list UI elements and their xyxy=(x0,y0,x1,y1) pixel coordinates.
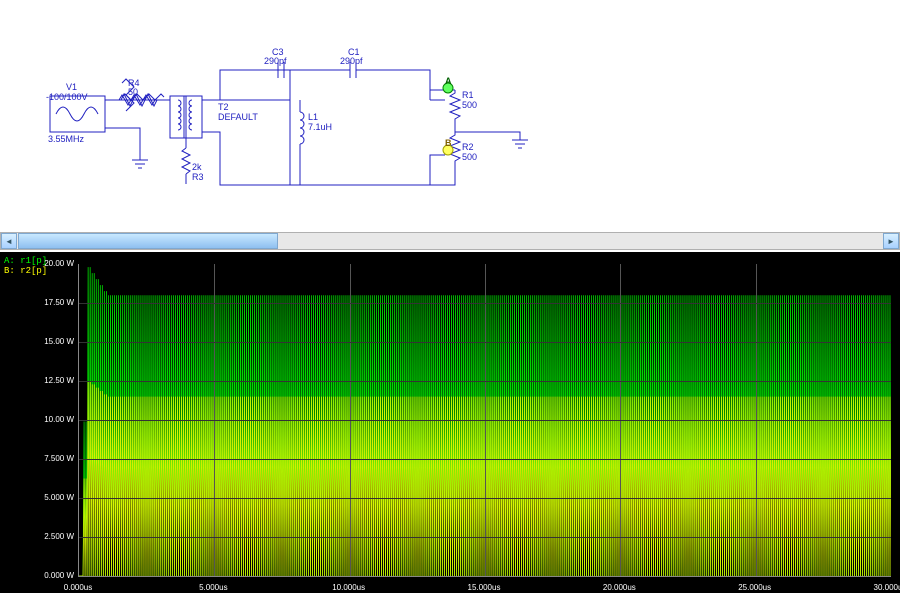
x-tick-label: 10.000us xyxy=(332,583,365,592)
probe-a-label: A xyxy=(445,76,452,86)
h-scrollbar[interactable]: ◄ ► xyxy=(0,232,900,250)
r3-val: 2k xyxy=(192,162,202,172)
x-tick-label: 20.000us xyxy=(603,583,636,592)
x-axis: 0.000us 5.000us 10.000us 15.000us 20.000us 25… xyxy=(0,581,900,593)
scroll-left-button[interactable]: ◄ xyxy=(1,233,17,249)
x-tick-label: 30.000us xyxy=(874,583,900,592)
r3-ref: R3 xyxy=(192,172,204,182)
y-tick-label: 15.00 W xyxy=(36,337,74,346)
y-tick-label: 12.50 W xyxy=(36,376,74,385)
r1-val: 500 xyxy=(462,100,477,110)
r1-ref: R1 xyxy=(462,90,474,100)
x-tick-label: 25.000us xyxy=(738,583,771,592)
l1-ref: L1 xyxy=(308,112,318,122)
plot-area[interactable] xyxy=(78,264,891,577)
y-tick-label: 10.00 W xyxy=(36,415,74,424)
x-tick-label: 0.000us xyxy=(64,583,92,592)
probe-b-label: B xyxy=(445,138,452,148)
c1-val: 290pf xyxy=(340,56,363,66)
scroll-right-button[interactable]: ► xyxy=(883,233,899,249)
y-tick-label: 20.00 W xyxy=(36,259,74,268)
l1-val: 7.1uH xyxy=(308,122,332,132)
y-axis: 20.00 W 17.50 W 15.00 W 12.50 W 10.00 W 7.500… xyxy=(36,252,76,593)
r4-val: 50 xyxy=(128,87,138,97)
y-tick-label: 5.000 W xyxy=(36,493,74,502)
v1-freq: 3.55MHz xyxy=(48,134,85,144)
scroll-thumb[interactable] xyxy=(18,233,278,249)
y-tick-label: 17.50 W xyxy=(36,298,74,307)
r2-ref: R2 xyxy=(462,142,474,152)
t2-ref: T2 xyxy=(218,102,229,112)
v1-ampl: -100/100V xyxy=(46,92,88,102)
y-tick-label: 2.500 W xyxy=(36,532,74,541)
v1-ref: V1 xyxy=(66,82,77,92)
x-tick-label: 5.000us xyxy=(199,583,227,592)
y-tick-label: 0.000 W xyxy=(36,571,74,580)
plot-pane: A: r1[p] B: r2[p] 20.00 W17.50 W15.00 W1… xyxy=(0,252,900,593)
x-tick-label: 15.000us xyxy=(468,583,501,592)
t2-val: DEFAULT xyxy=(218,112,258,122)
schematic-pane: V1 -100/100V 3.55MHz R4 50 T2 DEFAULT 2k… xyxy=(0,0,900,232)
schematic-svg: V1 -100/100V 3.55MHz R4 50 T2 DEFAULT 2k… xyxy=(0,0,900,232)
c3-val: 290pf xyxy=(264,56,287,66)
r2-val: 500 xyxy=(462,152,477,162)
y-tick-label: 7.500 W xyxy=(36,454,74,463)
